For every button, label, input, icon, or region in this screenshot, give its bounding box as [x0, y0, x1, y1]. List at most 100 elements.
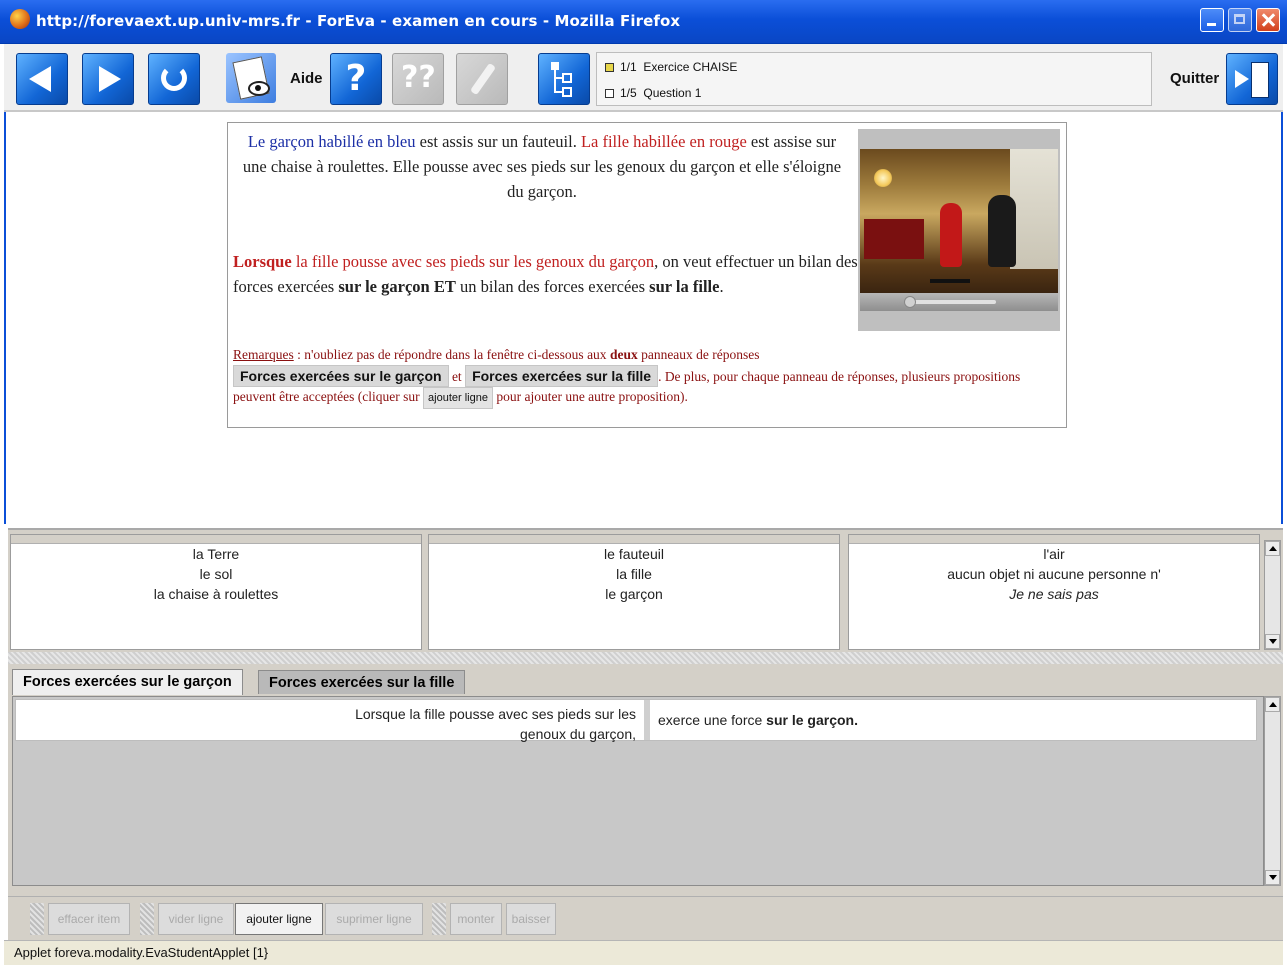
toolbar-grip[interactable]: [432, 903, 446, 935]
title-bar: http://forevaext.up.univ-mrs.fr - ForEva…: [0, 0, 1287, 44]
answer-table: Lorsque la fille pousse avec ses pieds s…: [12, 696, 1264, 886]
applet-toolbar: Aide ? ?? 1/1 Exercice CHAISE 1/5 Questi…: [4, 44, 1283, 112]
remarks-text-1: : n'oubliez pas de répondre dans la fenê…: [293, 347, 610, 362]
question-counter: 1/5: [620, 86, 637, 100]
exercise-icon: [605, 63, 614, 73]
propositions-panel: la Terre le sol la chaise à roulettes le…: [8, 528, 1283, 652]
vider-ligne-button: vider ligne: [158, 903, 234, 935]
eraser-button: [456, 53, 508, 105]
remarks-et: et: [448, 369, 466, 384]
monter-button: monter: [450, 903, 502, 935]
proposition-item[interactable]: la fille: [429, 564, 839, 584]
question-text-mid2: un bilan des forces exercées: [455, 277, 650, 296]
supprimer-ligne-button: suprimer ligne: [325, 903, 423, 935]
refresh-button[interactable]: [148, 53, 200, 105]
answers-scrollbar[interactable]: [1264, 696, 1281, 886]
status-bar: Applet foreva.modality.EvaStudentApplet …: [4, 940, 1283, 965]
scroll-down-icon[interactable]: [1265, 870, 1280, 885]
eraser-icon: [469, 62, 497, 96]
propositions-column-3: l'air aucun objet ni aucune personne n' …: [848, 534, 1260, 650]
remarks-add-line-chip: ajouter ligne: [423, 387, 493, 409]
hint-icon: ??: [401, 60, 436, 95]
aide-label: Aide: [290, 70, 323, 87]
exercise-info-row: 1/1 Exercice CHAISE: [605, 60, 737, 74]
intro-girl-phrase: La fille habillée en rouge: [580, 132, 747, 151]
back-icon: [29, 66, 51, 92]
question-text: Lorsque la fille pousse avec ses pieds s…: [233, 249, 861, 299]
exercise-info-box: 1/1 Exercice CHAISE 1/5 Question 1: [596, 52, 1152, 106]
exercise-intro: Le garçon habillé en bleu est assis sur …: [238, 129, 846, 204]
answer-row-dropzone[interactable]: exerce une force sur le garçon.: [644, 700, 1256, 740]
close-window-button[interactable]: [1256, 8, 1280, 32]
back-button[interactable]: [16, 53, 68, 105]
toolbar-grip[interactable]: [140, 903, 154, 935]
video-player[interactable]: [858, 129, 1060, 331]
proposition-item[interactable]: la chaise à roulettes: [11, 584, 421, 604]
hint-button: ??: [392, 53, 444, 105]
proposition-item[interactable]: Je ne sais pas: [849, 584, 1259, 604]
scroll-up-icon[interactable]: [1265, 697, 1280, 712]
minimize-button[interactable]: [1200, 8, 1224, 32]
maximize-button[interactable]: [1228, 8, 1252, 32]
exercise-name: Exercice CHAISE: [643, 60, 738, 74]
remarks-deux: deux: [609, 347, 638, 362]
proposition-item[interactable]: le sol: [11, 564, 421, 584]
question-red-phrase: la fille pousse avec ses pieds sur les g…: [291, 252, 655, 271]
remarks-tab-boy-chip: Forces exercées sur le garçon: [233, 365, 449, 387]
tab-forces-garcon[interactable]: Forces exercées sur le garçon: [12, 669, 243, 695]
propositions-column-1: la Terre le sol la chaise à roulettes: [10, 534, 422, 650]
answer-panel: Forces exercées sur le garçon Forces exe…: [8, 664, 1283, 896]
firefox-logo-icon: [10, 9, 30, 29]
intro-text-1: est assis sur un fauteuil.: [415, 132, 581, 151]
tab-forces-fille[interactable]: Forces exercées sur la fille: [258, 670, 466, 694]
question-info-row: 1/5 Question 1: [605, 86, 701, 100]
forward-button[interactable]: [82, 53, 134, 105]
panel-splitter[interactable]: [8, 652, 1283, 664]
proposition-item[interactable]: aucun objet ni aucune personne n': [849, 564, 1259, 584]
remarks-label: Remarques: [233, 347, 294, 362]
scroll-down-icon[interactable]: [1265, 634, 1280, 649]
video-frame: [860, 149, 1058, 293]
propositions-scrollbar[interactable]: [1264, 540, 1281, 650]
quit-label: Quitter: [1170, 70, 1220, 87]
exercise-counter: 1/1: [620, 60, 637, 74]
answer-row-text: exerce une force: [658, 712, 767, 728]
remarks-tab-girl-chip: Forces exercées sur la fille: [465, 365, 659, 387]
boy-figure: [988, 195, 1016, 267]
scroll-up-icon[interactable]: [1265, 541, 1280, 556]
question-icon: [605, 89, 614, 99]
tree-button[interactable]: [538, 53, 590, 105]
eye-icon: [248, 81, 270, 96]
video-seek-knob[interactable]: [904, 296, 916, 308]
question-lorsque: Lorsque: [233, 252, 292, 271]
answer-row-condition: Lorsque la fille pousse avec ses pieds s…: [355, 706, 636, 742]
exercise-statement: Le garçon habillé en bleu est assis sur …: [227, 122, 1067, 428]
propositions-column-2: le fauteuil la fille le garçon: [428, 534, 840, 650]
question-bold-boy: sur le garçon ET: [338, 277, 456, 296]
proposition-item[interactable]: le fauteuil: [429, 544, 839, 564]
tree-icon: [551, 62, 572, 97]
video-seek-bar[interactable]: [910, 300, 996, 304]
remarks-text-2: panneaux de réponses: [637, 347, 760, 362]
help-button[interactable]: ?: [330, 53, 382, 105]
effacer-item-button: effacer item: [48, 903, 130, 935]
question-end: .: [719, 277, 724, 296]
quit-arrow-icon: [1235, 70, 1249, 88]
ajouter-ligne-button[interactable]: ajouter ligne: [235, 903, 323, 935]
proposition-item[interactable]: le garçon: [429, 584, 839, 604]
view-document-button[interactable]: [226, 53, 276, 103]
proposition-item[interactable]: l'air: [849, 544, 1259, 564]
answer-row[interactable]: Lorsque la fille pousse avec ses pieds s…: [15, 699, 1257, 742]
refresh-icon: [161, 65, 187, 91]
edit-button-bar: effacer item vider ligne ajouter ligne s…: [8, 896, 1283, 940]
remarks-text-4: pour ajouter une autre proposition).: [492, 389, 688, 404]
help-icon: ?: [345, 58, 367, 99]
video-controls[interactable]: [860, 293, 1058, 311]
question-bold-girl: sur la fille: [649, 277, 720, 296]
toolbar-grip[interactable]: [30, 903, 44, 935]
question-name: Question 1: [643, 86, 702, 100]
window-title: http://forevaext.up.univ-mrs.fr - ForEva…: [36, 12, 681, 30]
forward-icon: [99, 66, 121, 92]
proposition-item[interactable]: la Terre: [11, 544, 421, 564]
quit-button[interactable]: [1226, 53, 1278, 105]
